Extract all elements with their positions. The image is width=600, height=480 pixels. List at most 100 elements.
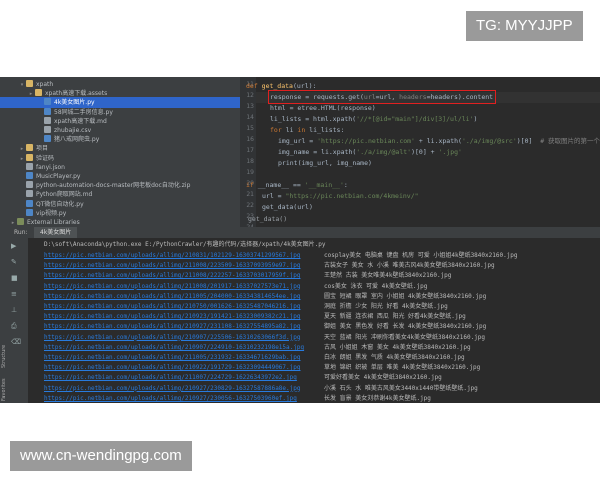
- folder-icon: [26, 153, 33, 161]
- output-url-link[interactable]: https://pic.netbian.com/uploads/allimg/2…: [44, 363, 320, 373]
- trash-icon[interactable]: ⌫: [11, 338, 21, 346]
- python-file-icon: [44, 107, 51, 115]
- folder-icon: [26, 144, 33, 152]
- site-watermark-badge: www.cn-wendingpg.com: [10, 441, 192, 471]
- code-line: li_lists = html.xpath('//*[@id="main"]/d…: [270, 115, 478, 123]
- code-line: html = etree.HTML(response): [270, 104, 376, 112]
- run-label: Run:: [14, 229, 28, 236]
- output-image-name: 天空 蓝裙 阳光 冲刷你看美女4k美女壁纸3840x2160.jpg: [324, 333, 486, 341]
- code-line: for li in li_lists:: [270, 126, 345, 134]
- line-number: 21: [246, 191, 254, 198]
- output-image-name: cos美女 泳衣 可爱 4k美女壁纸.jpg: [324, 282, 428, 290]
- print-icon[interactable]: ⎙: [11, 322, 17, 331]
- file-icon: [26, 162, 33, 170]
- file-icon: [26, 190, 33, 198]
- output-url-link[interactable]: https://pic.netbian.com/uploads/allimg/2…: [44, 394, 320, 403]
- chevron-icon[interactable]: ▸: [9, 218, 17, 227]
- line-number: 22: [246, 202, 254, 209]
- tree-item-label: 项目: [36, 145, 49, 153]
- output-url-link[interactable]: https://pic.netbian.com/uploads/allimg/2…: [44, 353, 320, 363]
- output-image-name: 草地 锦织 织被 单层 唯美 4k美女壁纸3840x2160.jpg: [324, 364, 481, 372]
- tree-item-label: xpath高速下载.assets: [45, 90, 108, 98]
- output-url-link[interactable]: https://pic.netbian.com/uploads/allimg/2…: [44, 261, 320, 271]
- output-url-link[interactable]: https://pic.netbian.com/uploads/allimg/2…: [44, 333, 320, 343]
- line-number-gutter: 1112131415161718192021222324: [240, 77, 256, 231]
- python-file-icon: [26, 199, 33, 207]
- line-number: 12: [246, 92, 254, 99]
- line-number: 14: [246, 114, 254, 121]
- run-tab[interactable]: 4k美女图片: [34, 227, 78, 238]
- output-image-name: 洞庭 折檐 少女 阳光 好看 4k美女壁纸.jpg: [324, 303, 448, 310]
- tree-item-label: 验证码: [36, 154, 55, 162]
- output-url-link[interactable]: https://pic.netbian.com/uploads/allimg/2…: [44, 271, 320, 281]
- output-image-name: 王楚然 古装 美女唯美4k壁纸3840x2160.jpg: [324, 272, 452, 280]
- line-number: 17: [246, 147, 254, 154]
- stop-icon[interactable]: ■: [11, 274, 18, 282]
- output-url-link[interactable]: https://pic.netbian.com/uploads/allimg/2…: [44, 384, 320, 394]
- code-line: if __name__ == '__main__':: [246, 181, 348, 189]
- favorites-tab-label[interactable]: Favorites: [1, 378, 7, 401]
- output-url-link[interactable]: https://pic.netbian.com/uploads/allimg/2…: [44, 251, 320, 261]
- project-tree[interactable]: ▾ xpath ▸ xpath高速下载.assets 4k美女图片.py 58同城二手房信…: [0, 77, 240, 227]
- tree-item-label: External Libraries: [27, 219, 80, 226]
- tree-item-label: 猪八戒网爬虫.py: [54, 136, 100, 144]
- output-url-link[interactable]: https://pic.netbian.com/uploads/allimg/2…: [44, 343, 320, 353]
- tree-item-label: zhubajie.csv: [54, 127, 92, 134]
- output-image-name: 古装女子 美女 水 小溪 唯美古风4k美女壁纸3840x2160.jpg: [324, 262, 495, 270]
- python-file-icon: [44, 135, 51, 143]
- layout-icon[interactable]: ≡: [11, 290, 17, 298]
- tree-item-label: 4k美女图片.py: [54, 99, 95, 107]
- output-url-link[interactable]: https://pic.netbian.com/uploads/allimg/2…: [44, 292, 320, 302]
- tg-watermark-badge: TG: MYYJJPP: [466, 11, 583, 41]
- code-line: print(img_url, img_name): [278, 159, 372, 167]
- settings-icon[interactable]: ✎: [11, 258, 17, 266]
- python-file-icon: [44, 98, 51, 106]
- tree-item-label: MusicPlayer.py: [36, 173, 81, 180]
- file-icon: [44, 116, 51, 124]
- code-line: url = "https://pic.netbian.com/4kmeinv/": [262, 192, 419, 200]
- console-command: D:\soft\Anaconda\python.exe E:/PythonCra…: [44, 241, 326, 248]
- tree-item-label: xpath: [36, 81, 54, 88]
- file-icon: [26, 181, 33, 189]
- output-url-link[interactable]: https://pic.netbian.com/uploads/allimg/2…: [44, 282, 320, 292]
- tree-item-label: Python爬取网站.md: [36, 191, 93, 199]
- code-line: img_name = li.xpath('./a/img/@alt')[0] +…: [278, 148, 462, 156]
- output-url-link[interactable]: https://pic.netbian.com/uploads/allimg/2…: [44, 302, 320, 312]
- python-file-icon: [26, 172, 33, 179]
- tree-item-label: fanyi.json: [36, 163, 65, 171]
- python-file-icon: [26, 208, 33, 216]
- run-panel-header: Run: 4k美女图片: [0, 227, 600, 238]
- line-number: 16: [246, 136, 254, 143]
- line-number: 13: [246, 103, 254, 110]
- output-image-name: 可爱好看美女 4k美女壁纸3840x2160.jpg: [324, 374, 442, 382]
- output-image-name: 长发 盲景 美女刘恭谢4k美女壁纸.jpg: [324, 394, 431, 402]
- output-image-name: 御姐 美女 黑色发 好看 长发 4k美女壁纸3840x2160.jpg: [324, 323, 487, 331]
- output-image-name: 小溪 石头 水 唯美古风美女3440x1440带壁纸壁纸.jpg: [324, 384, 478, 392]
- output-image-name: 古风 小姐姐 木窗 美女 4k美女壁纸3840x2160.jpg: [324, 343, 471, 351]
- code-line: get_data(url): [262, 203, 313, 211]
- tree-item-label: xpath高速下载.md: [54, 117, 107, 125]
- tree-item-label: python-automation-docs-master网老板doc自动化.z…: [36, 182, 191, 190]
- ide-window: ▾ xpath ▸ xpath高速下载.assets 4k美女图片.py 58同城二手房信…: [0, 77, 600, 403]
- output-url-link[interactable]: https://pic.netbian.com/uploads/allimg/2…: [44, 322, 320, 332]
- editor-breadcrumb[interactable]: get_data(): [248, 214, 287, 225]
- output-url-link[interactable]: https://pic.netbian.com/uploads/allimg/2…: [44, 312, 320, 322]
- tree-item-label: 58同城二手房信息.py: [54, 108, 113, 116]
- tree-item[interactable]: ▸ External Libraries: [0, 217, 240, 227]
- line-number: 19: [246, 169, 254, 176]
- folder-icon: [26, 80, 33, 87]
- line-number: 18: [246, 158, 254, 165]
- tree-item-label: vip视频.py: [36, 209, 67, 217]
- pin-icon[interactable]: ⊥: [11, 306, 17, 314]
- code-line: img_url = 'https://pic.netbian.com' + li…: [278, 137, 600, 145]
- tree-item-label: QT微信自动化.py: [36, 200, 84, 208]
- run-toolbar: ▶ ✎ ■ ≡ ⊥ ⎙ ⌫ Structure Favorites: [0, 238, 28, 403]
- rerun-icon[interactable]: ▶: [11, 242, 16, 250]
- output-url-link[interactable]: https://pic.netbian.com/uploads/allimg/2…: [44, 373, 320, 383]
- file-icon: [44, 126, 51, 133]
- structure-tab-label[interactable]: Structure: [1, 345, 7, 368]
- line-number: 15: [246, 125, 254, 132]
- output-image-name: 白冰 朗姐 黑发 气质 4k美女壁纸3840x2160.jpg: [324, 354, 465, 361]
- folder-icon: [35, 89, 42, 97]
- output-image-name: cosplay美女 电脑桌 键盘 机房 可爱 小姐姐4k壁纸3840x2160.…: [324, 252, 518, 259]
